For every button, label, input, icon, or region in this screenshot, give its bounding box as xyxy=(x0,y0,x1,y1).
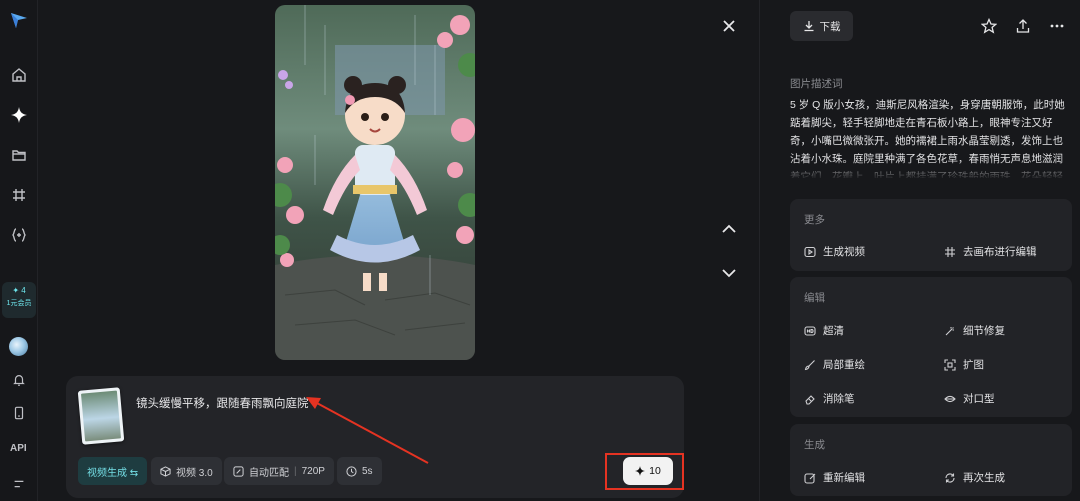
star-icon[interactable] xyxy=(979,16,999,36)
lip-sync-item[interactable]: 对口型 xyxy=(944,391,995,406)
more-card: 更多 生成视频 去画布进行编辑 xyxy=(790,199,1072,271)
prompt-input[interactable]: 镜头缓慢平移，跟随春雨飘向庭院 xyxy=(136,395,309,411)
upscale-label: 超清 xyxy=(823,325,844,337)
bell-icon[interactable] xyxy=(9,370,29,390)
canvas-edit-item[interactable]: 去画布进行编辑 xyxy=(944,244,1037,259)
canvas-icon[interactable] xyxy=(9,185,29,205)
generate-title: 生成 xyxy=(804,439,825,451)
re-edit-label: 重新编辑 xyxy=(823,472,865,484)
model-selector[interactable]: 视频 3.0 xyxy=(151,457,222,485)
download-label: 下载 xyxy=(819,20,841,33)
magic-wand-icon xyxy=(944,325,956,337)
duration-label: 5s xyxy=(362,465,373,477)
brush-icon xyxy=(804,359,816,371)
reference-thumbnail[interactable] xyxy=(77,387,125,445)
regenerate-item[interactable]: 再次生成 xyxy=(944,470,1005,485)
detail-panel: 下载 图片描述词 5 岁 Q 版小女孩，迪斯尼风格渲染，身穿唐朝服饰，此时她踮着… xyxy=(759,0,1080,501)
duration-selector[interactable]: 5s xyxy=(337,457,382,485)
model-label: 视频 3.0 xyxy=(176,467,213,479)
aspect-icon xyxy=(233,465,244,477)
edit-title: 编辑 xyxy=(804,292,825,304)
member-label: 1元会员 xyxy=(6,300,32,307)
regenerate-label: 再次生成 xyxy=(963,472,1005,484)
eraser-item[interactable]: 消除笔 xyxy=(804,391,855,406)
inpaint-label: 局部重绘 xyxy=(823,359,865,371)
download-button[interactable]: 下载 xyxy=(790,11,853,41)
inpaint-item[interactable]: 局部重绘 xyxy=(804,357,865,372)
share-icon[interactable] xyxy=(1013,16,1033,36)
mode-label: 视频生成 ⇆ xyxy=(87,467,139,479)
lip-sync-label: 对口型 xyxy=(963,393,995,405)
canvas-icon xyxy=(944,246,956,258)
resolution-label: 720P xyxy=(301,465,325,477)
detail-fix-label: 细节修复 xyxy=(963,325,1005,337)
expand-icon xyxy=(944,358,956,371)
edit-icon xyxy=(804,472,816,484)
refresh-icon xyxy=(944,472,956,484)
re-edit-item[interactable]: 重新编辑 xyxy=(804,470,865,485)
outpaint-label: 扩图 xyxy=(963,359,984,371)
annotation-highlight-box xyxy=(605,453,684,490)
sparkle-icon[interactable] xyxy=(9,105,29,125)
braces-icon[interactable] xyxy=(9,225,29,245)
download-icon xyxy=(804,21,813,32)
home-icon[interactable] xyxy=(9,65,29,85)
clock-icon xyxy=(346,465,357,477)
eraser-icon xyxy=(804,393,816,405)
edit-card: 编辑 超清 细节修复 局部重绘 扩图 消除笔 对口型 xyxy=(790,277,1072,417)
avatar[interactable] xyxy=(9,337,28,356)
logo-icon[interactable] xyxy=(9,10,29,30)
close-icon[interactable] xyxy=(718,15,740,37)
lips-icon xyxy=(944,393,956,405)
mode-selector[interactable]: 视频生成 ⇆ xyxy=(78,457,148,485)
phone-icon[interactable] xyxy=(9,403,29,423)
generate-card: 生成 重新编辑 再次生成 xyxy=(790,424,1072,496)
more-title: 更多 xyxy=(804,214,825,226)
prompt-composer: 镜头缓慢平移，跟随春雨飘向庭院 视频生成 ⇆ 视频 3.0 自动匹配 | 720… xyxy=(66,376,684,498)
generate-video-label: 生成视频 xyxy=(823,246,865,258)
member-count: ✦ 4 xyxy=(12,286,26,295)
cube-icon xyxy=(160,465,171,477)
canvas-edit-label: 去画布进行编辑 xyxy=(963,246,1037,258)
chevron-up-icon[interactable] xyxy=(719,219,739,239)
chevron-down-icon[interactable] xyxy=(719,263,739,283)
menu-icon[interactable] xyxy=(9,474,29,494)
left-rail: ✦ 4 1元会员 API xyxy=(0,0,38,501)
detail-fix-item[interactable]: 细节修复 xyxy=(944,323,1005,338)
generated-image[interactable] xyxy=(275,5,475,360)
member-badge[interactable]: ✦ 4 1元会员 xyxy=(2,282,36,318)
ratio-selector[interactable]: 自动匹配 | 720P xyxy=(224,457,334,485)
play-icon xyxy=(804,246,816,258)
eraser-label: 消除笔 xyxy=(823,393,855,405)
hd-icon xyxy=(804,325,816,337)
folder-icon[interactable] xyxy=(9,145,29,165)
more-icon[interactable] xyxy=(1047,16,1067,36)
outpaint-item[interactable]: 扩图 xyxy=(944,357,984,372)
ratio-label: 自动匹配 xyxy=(249,467,289,479)
api-link[interactable]: API xyxy=(10,443,27,454)
upscale-item[interactable]: 超清 xyxy=(804,323,844,338)
description-title: 图片描述词 xyxy=(790,78,843,90)
generate-video-item[interactable]: 生成视频 xyxy=(804,244,865,259)
